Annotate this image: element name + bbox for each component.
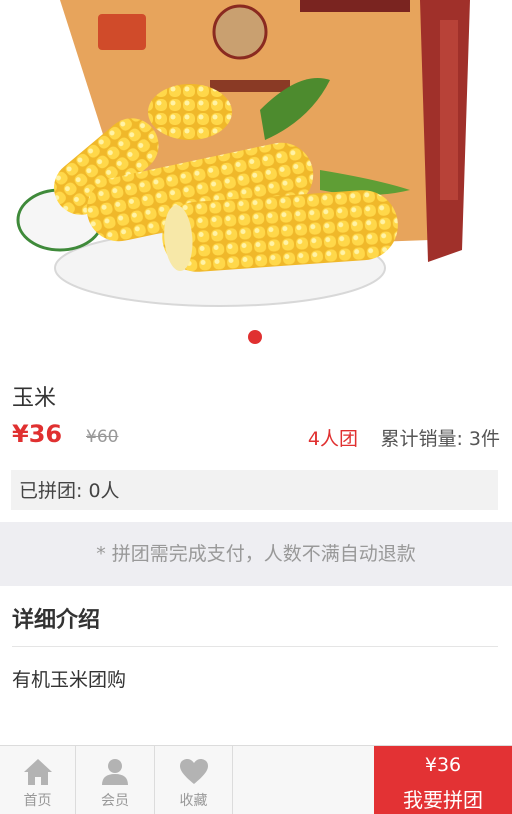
tab-home[interactable]: 首页 [0, 746, 76, 814]
price-row: ¥36 ¥60 4人团 累计销量: 3件 [12, 420, 500, 454]
group-price: ¥36 [12, 420, 63, 448]
tab-member-label: 会员 [101, 793, 129, 809]
carousel-indicator-dot[interactable] [248, 330, 262, 344]
buy-button-price: ¥36 [424, 754, 462, 776]
bottom-tabbar: 首页 会员 收藏 ¥36 我要拼团 [0, 745, 512, 814]
tab-member[interactable]: 会员 [76, 746, 155, 814]
product-image [16, 0, 470, 307]
buy-button-label: 我要拼团 [403, 788, 483, 812]
tab-home-label: 首页 [23, 793, 52, 809]
tab-favorite-label: 收藏 [179, 793, 208, 809]
join-group-buy-button[interactable]: ¥36 我要拼团 [374, 746, 512, 814]
user-icon [100, 758, 130, 790]
heart-icon [179, 758, 209, 790]
detail-heading: 详细介绍 [12, 608, 101, 633]
home-icon [23, 758, 53, 790]
sales-count: 累计销量: 3件 [380, 428, 500, 450]
detail-description: 有机玉米团购 [12, 669, 127, 691]
product-title: 玉米 [12, 386, 57, 411]
group-size-badge: 4人团 [307, 428, 358, 450]
original-price: ¥60 [86, 427, 119, 447]
divider [12, 646, 498, 647]
tab-favorite[interactable]: 收藏 [155, 746, 233, 814]
refund-notice: * 拼团需完成支付，人数不满自动退款 [0, 522, 512, 586]
joined-count: 已拼团: 0人 [11, 470, 498, 510]
product-image-carousel[interactable] [0, 0, 512, 322]
